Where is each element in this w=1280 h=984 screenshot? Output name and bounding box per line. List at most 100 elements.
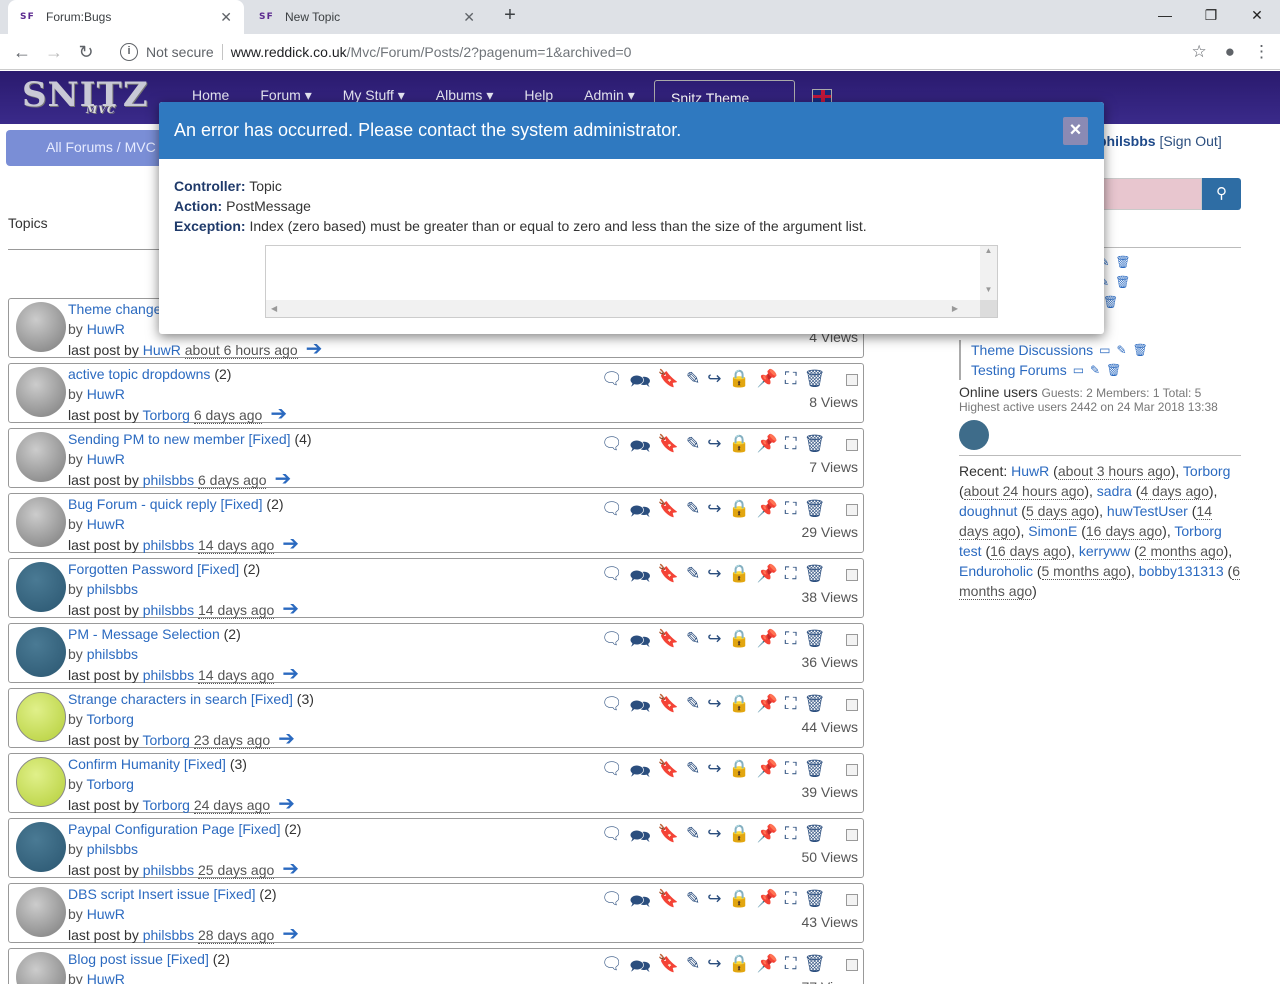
modal-close-button[interactable]: × — [1063, 117, 1088, 145]
lock-icon[interactable]: 🔒 — [728, 694, 749, 723]
trash-icon[interactable]: 🗑 — [1133, 343, 1148, 357]
stack-trace-textarea[interactable]: ▲ ▼ ◀ ▶ — [265, 245, 998, 318]
lock-icon[interactable]: 🔒 — [728, 889, 749, 918]
pin-icon[interactable]: 📌 — [757, 434, 778, 463]
split-icon[interactable]: ⛶ — [785, 694, 797, 723]
horizontal-scrollbar[interactable]: ◀ ▶ — [266, 300, 982, 317]
trash-icon[interactable]: 🗑 — [1115, 275, 1130, 289]
edit-icon[interactable]: ✎ — [686, 954, 700, 983]
edit-icon[interactable]: ✎ — [1117, 343, 1127, 357]
tab-close-icon[interactable]: ✕ — [463, 9, 475, 26]
window-close-icon[interactable]: ✕ — [1234, 0, 1280, 30]
folder-icon[interactable]: ▭ — [1099, 343, 1110, 357]
go-to-last-post-icon[interactable]: ➔ — [306, 338, 323, 360]
last-post-author[interactable]: philsbbs — [143, 602, 194, 618]
author-avatar[interactable] — [16, 367, 66, 417]
username[interactable]: philsbbs — [1098, 133, 1156, 149]
topic-select-checkbox[interactable] — [846, 764, 858, 776]
topic-title-link[interactable]: Forgotten Password [Fixed] — [68, 561, 239, 577]
snitz-logo[interactable]: SNITZ MVC — [22, 75, 149, 116]
recent-user-link[interactable]: huwTestUser — [1107, 503, 1188, 519]
bookmark-icon[interactable]: 🔖 — [658, 434, 679, 463]
lock-icon[interactable]: 🔒 — [728, 824, 749, 853]
reply-icon[interactable]: 🗨 — [601, 629, 623, 658]
trash-icon[interactable]: 🗑 — [1106, 363, 1121, 377]
trash-icon[interactable]: 🗑 — [1103, 295, 1118, 309]
bookmark-icon[interactable]: 🔖 — [658, 889, 679, 918]
share-icon[interactable]: ↪ — [707, 369, 721, 398]
last-post-author[interactable]: philsbbs — [143, 927, 194, 943]
topic-title-link[interactable]: Sending PM to new member [Fixed] — [68, 431, 291, 447]
go-to-last-post-icon[interactable]: ➔ — [278, 728, 295, 750]
reply-icon[interactable]: 🗨 — [601, 759, 623, 788]
lock-icon[interactable]: 🔒 — [728, 759, 749, 788]
topic-title-link[interactable]: Blog post issue [Fixed] — [68, 951, 209, 967]
share-icon[interactable]: ↪ — [707, 694, 721, 723]
recent-user-link[interactable]: Enduroholic — [959, 563, 1033, 579]
quick-reply-icon[interactable]: 🗪 — [630, 369, 651, 398]
lock-icon[interactable]: 🔒 — [728, 564, 749, 593]
split-icon[interactable]: ⛶ — [785, 434, 797, 463]
recent-user-link[interactable]: bobby131313 — [1139, 563, 1224, 579]
split-icon[interactable]: ⛶ — [785, 759, 797, 788]
topic-author[interactable]: philsbbs — [87, 841, 138, 857]
pin-icon[interactable]: 📌 — [757, 889, 778, 918]
author-avatar[interactable] — [16, 432, 66, 482]
edit-icon[interactable]: ✎ — [686, 434, 700, 463]
split-icon[interactable]: ⛶ — [785, 889, 797, 918]
topic-select-checkbox[interactable] — [846, 959, 858, 971]
topic-author[interactable]: philsbbs — [87, 581, 138, 597]
author-avatar[interactable] — [16, 822, 66, 872]
topic-author[interactable]: Torborg — [86, 776, 133, 792]
edit-icon[interactable]: ✎ — [686, 759, 700, 788]
tab-close-icon[interactable]: ✕ — [220, 9, 232, 26]
go-to-last-post-icon[interactable]: ➔ — [274, 468, 291, 490]
new-tab-button[interactable]: + — [498, 4, 522, 27]
author-avatar[interactable] — [16, 952, 66, 984]
pin-icon[interactable]: 📌 — [757, 564, 778, 593]
pin-icon[interactable]: 📌 — [757, 499, 778, 528]
share-icon[interactable]: ↪ — [707, 954, 721, 983]
topic-title-link[interactable]: Theme change — [68, 301, 161, 317]
reload-icon[interactable]: ↻ — [74, 40, 98, 64]
recent-user-link[interactable]: HuwR — [1011, 463, 1049, 479]
share-icon[interactable]: ↪ — [707, 824, 721, 853]
go-to-last-post-icon[interactable]: ➔ — [282, 858, 299, 880]
pin-icon[interactable]: 📌 — [757, 369, 778, 398]
reply-icon[interactable]: 🗨 — [601, 694, 623, 723]
tab-forum-bugs[interactable]: S F Forum:Bugs ✕ — [8, 0, 244, 34]
pin-icon[interactable]: 📌 — [757, 694, 778, 723]
author-avatar[interactable] — [16, 562, 66, 612]
vertical-scrollbar[interactable]: ▲ ▼ — [980, 246, 997, 302]
split-icon[interactable]: ⛶ — [785, 954, 797, 983]
lock-icon[interactable]: 🔒 — [728, 499, 749, 528]
topic-title-link[interactable]: Strange characters in search [Fixed] — [68, 691, 293, 707]
recent-user-link[interactable]: SimonE — [1028, 523, 1077, 539]
topic-select-checkbox[interactable] — [846, 504, 858, 516]
bookmark-icon[interactable]: 🔖 — [658, 694, 679, 723]
quick-reply-icon[interactable]: 🗪 — [630, 694, 651, 723]
bookmark-icon[interactable]: 🔖 — [658, 759, 679, 788]
last-post-author[interactable]: philsbbs — [143, 472, 194, 488]
go-to-last-post-icon[interactable]: ➔ — [270, 403, 287, 425]
author-avatar[interactable] — [16, 692, 66, 742]
pin-icon[interactable]: 📌 — [757, 824, 778, 853]
topic-author[interactable]: HuwR — [87, 516, 125, 532]
lock-icon[interactable]: 🔒 — [728, 434, 749, 463]
topic-title-link[interactable]: Bug Forum - quick reply [Fixed] — [68, 496, 263, 512]
topic-title-link[interactable]: DBS script Insert issue [Fixed] — [68, 886, 256, 902]
last-post-author[interactable]: Torborg — [142, 407, 189, 423]
topic-author[interactable]: HuwR — [87, 906, 125, 922]
split-icon[interactable]: ⛶ — [785, 369, 797, 398]
last-post-author[interactable]: Torborg — [142, 732, 189, 748]
lock-icon[interactable]: 🔒 — [728, 629, 749, 658]
lock-icon[interactable]: 🔒 — [728, 954, 749, 983]
share-icon[interactable]: ↪ — [707, 889, 721, 918]
lock-icon[interactable]: 🔒 — [728, 369, 749, 398]
recent-user-link[interactable]: sadra — [1097, 483, 1132, 499]
reply-icon[interactable]: 🗨 — [601, 499, 623, 528]
profile-icon[interactable]: ● — [1225, 42, 1235, 62]
last-post-author[interactable]: philsbbs — [143, 537, 194, 553]
topic-author[interactable]: HuwR — [87, 971, 125, 984]
bookmark-icon[interactable]: 🔖 — [658, 954, 679, 983]
